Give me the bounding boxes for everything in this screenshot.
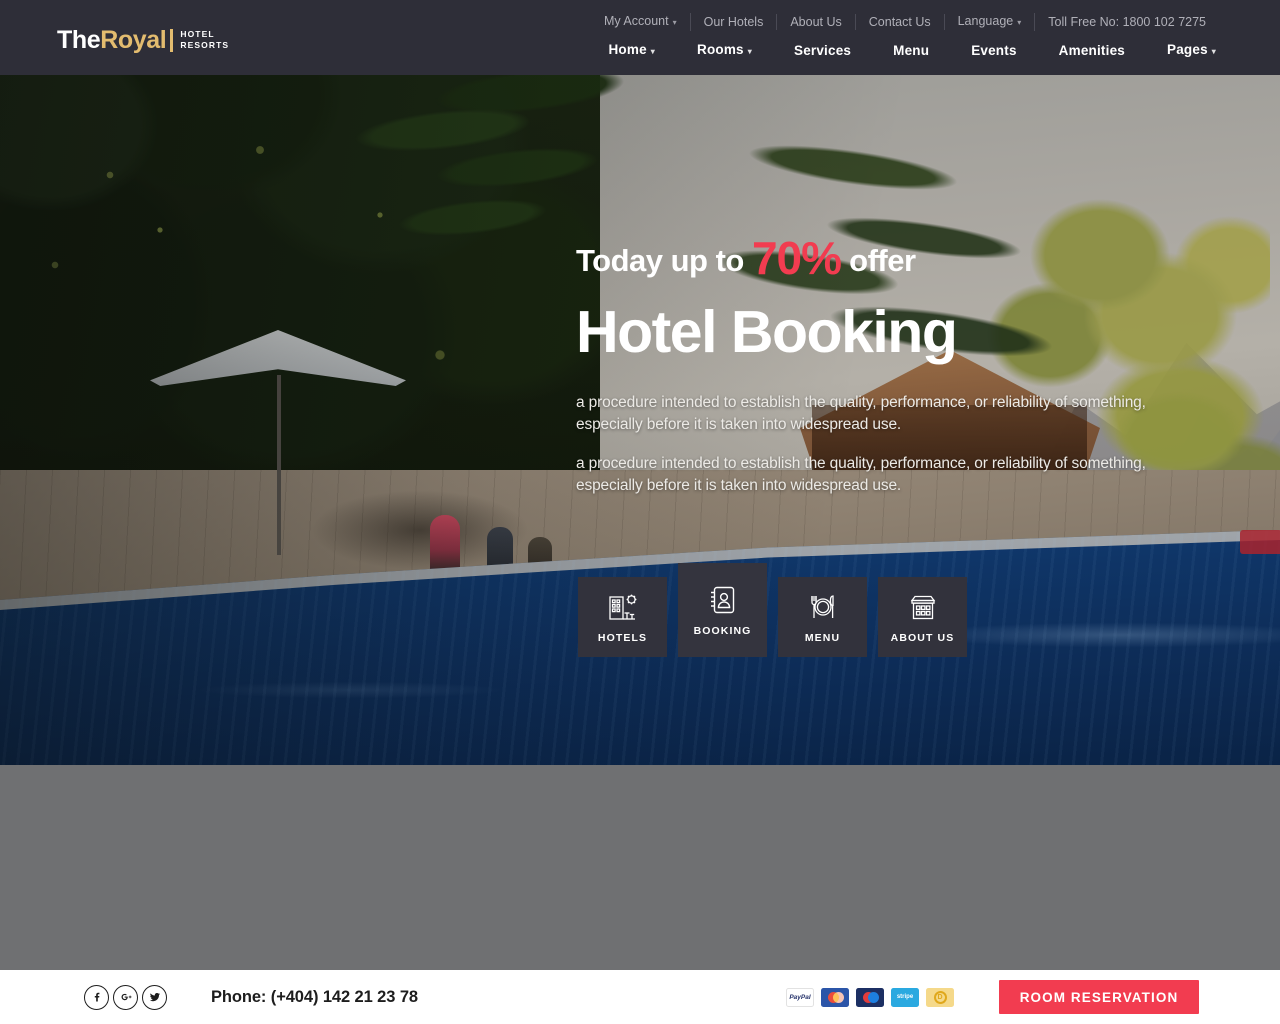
quick-link-label: MENU — [804, 632, 841, 644]
quick-link-label: ABOUT US — [890, 632, 955, 644]
quick-link-menu[interactable]: MENU — [778, 577, 867, 657]
quick-link-booking[interactable]: BOOKING — [678, 563, 767, 657]
site-logo[interactable]: TheRoyal HOTEL RESORTS — [57, 26, 229, 54]
content-placeholder-band — [0, 765, 1280, 970]
hero-offer-prefix: Today up to — [576, 243, 752, 278]
hero-offer-percent: 70% — [751, 232, 842, 284]
logo-sub-line2: RESORTS — [180, 40, 230, 50]
site-footer-bar: Phone: (+404) 142 21 23 78 PayPal stripe… — [0, 970, 1280, 1024]
quick-link-label: HOTELS — [597, 632, 648, 644]
utility-navigation: My Account ▾ Our Hotels About Us Contact … — [591, 13, 1210, 31]
plate-cutlery-icon — [806, 590, 840, 624]
coin-icon: D — [926, 987, 954, 1007]
nav-label: Rooms — [697, 42, 744, 57]
topnav-item-our-hotels[interactable]: Our Hotels — [691, 14, 778, 30]
logo-wordmark: TheRoyal — [57, 25, 167, 54]
nav-item-menu[interactable]: Menu — [872, 41, 950, 61]
chevron-down-icon: ▾ — [1211, 47, 1216, 56]
room-reservation-button[interactable]: ROOM RESERVATION — [999, 980, 1199, 1014]
main-navigation: Home ▾ Rooms ▾ Services Menu Events Amenit… — [587, 40, 1216, 62]
logo-royal: Royal — [100, 25, 167, 54]
nav-item-services[interactable]: Services — [773, 41, 872, 61]
logo-subtitle: HOTEL RESORTS — [180, 29, 229, 50]
hero-offer-suffix: offer — [841, 243, 916, 278]
mastercard-circle-right — [833, 991, 844, 1003]
mastercard-icon — [821, 987, 849, 1007]
nav-item-home[interactable]: Home ▾ — [587, 40, 676, 62]
hero-title: Hotel Booking — [576, 299, 958, 365]
logo-sub-line1: HOTEL — [180, 29, 215, 40]
stripe-icon: stripe — [891, 987, 919, 1007]
topnav-item-language[interactable]: Language ▾ — [945, 13, 1036, 31]
quick-link-about-us[interactable]: ABOUT US — [878, 577, 967, 657]
social-links — [84, 984, 167, 1010]
chevron-down-icon: ▾ — [1017, 18, 1022, 27]
hero-offer-line: Today up to 70% offer — [576, 235, 1196, 281]
quick-link-hotels[interactable]: HOTELS — [578, 577, 667, 657]
site-header: TheRoyal HOTEL RESORTS My Account ▾ Our H… — [0, 0, 1280, 75]
topnav-item-contact-us[interactable]: Contact Us — [856, 14, 945, 30]
topnav-item-my-account[interactable]: My Account ▾ — [591, 13, 691, 31]
nav-label: Pages — [1167, 42, 1208, 57]
topnav-label: My Account — [603, 14, 669, 28]
visa-card-icon — [856, 987, 884, 1007]
google-plus-icon[interactable] — [113, 984, 138, 1010]
card-circle-right — [868, 991, 879, 1003]
facebook-icon[interactable] — [84, 984, 109, 1010]
nav-item-amenities[interactable]: Amenities — [1038, 41, 1146, 61]
hero-paragraph-2: a procedure intended to establish the qu… — [576, 455, 1146, 494]
quick-link-label: BOOKING — [693, 625, 752, 637]
nav-item-rooms[interactable]: Rooms ▾ — [676, 40, 773, 62]
nav-item-pages[interactable]: Pages ▾ — [1146, 40, 1216, 62]
topnav-label: Language — [957, 14, 1014, 28]
hero-quick-links: HOTELS BOOKING MENU ABOUT US — [578, 563, 967, 657]
hero-section: Today up to 70% offer Hotel Booking a pr… — [0, 75, 1280, 765]
logo-the: The — [57, 25, 101, 54]
chevron-down-icon: ▾ — [747, 47, 752, 56]
hotel-facade-icon — [906, 590, 940, 624]
hotel-building-icon — [606, 590, 640, 624]
logo-divider — [170, 28, 174, 52]
coin-ring: D — [933, 990, 947, 1004]
nav-label: Home — [608, 42, 647, 57]
nav-item-events[interactable]: Events — [950, 41, 1037, 61]
twitter-icon[interactable] — [142, 984, 167, 1010]
chevron-down-icon: ▾ — [650, 47, 655, 56]
chevron-down-icon: ▾ — [672, 18, 677, 27]
contact-book-icon — [706, 583, 740, 617]
hero-paragraph-1: a procedure intended to establish the qu… — [576, 394, 1146, 433]
paypal-icon: PayPal — [786, 987, 814, 1007]
topnav-item-toll-free: Toll Free No: 1800 102 7275 — [1048, 15, 1206, 29]
payment-methods: PayPal stripe D — [786, 987, 954, 1007]
topnav-item-about-us[interactable]: About Us — [777, 14, 856, 30]
hero-content: Today up to 70% offer Hotel Booking a pr… — [576, 235, 1196, 514]
footer-phone: Phone: (+404) 142 21 23 78 — [211, 987, 418, 1006]
